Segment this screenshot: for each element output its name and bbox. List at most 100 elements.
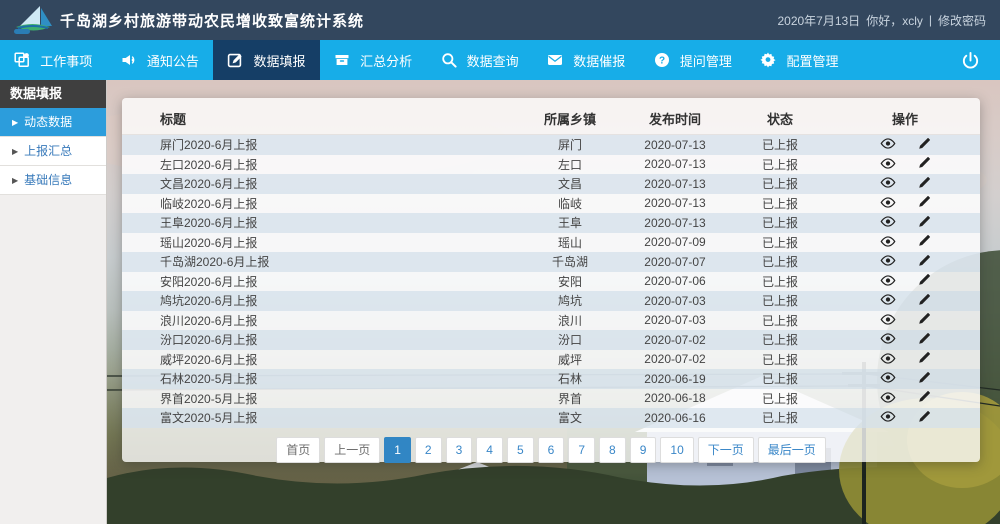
row-status: 已上报 <box>730 253 830 270</box>
row-title: 浪川2020-6月上报 <box>122 312 520 329</box>
row-status: 已上报 <box>730 234 830 251</box>
row-status: 已上报 <box>730 370 830 387</box>
view-button[interactable] <box>880 157 896 171</box>
pagination: 首页上一页12345678910下一页最后一页 <box>122 437 980 463</box>
row-town: 文昌 <box>520 175 620 192</box>
pagination-page-3[interactable]: 3 <box>446 437 473 463</box>
edit-button[interactable] <box>918 313 931 327</box>
view-button[interactable] <box>880 255 896 269</box>
eye-icon <box>880 157 896 172</box>
column-header: 标题 <box>122 109 520 128</box>
sidebar-item-dynamic-data[interactable]: ▶动态数据 <box>0 108 106 137</box>
pencil-icon <box>918 371 931 387</box>
nav-item-label: 通知公告 <box>147 51 199 70</box>
pagination-page-4[interactable]: 4 <box>476 437 503 463</box>
edit-button[interactable] <box>918 352 931 366</box>
nav-item-label: 数据催报 <box>573 51 625 70</box>
view-button[interactable] <box>880 235 896 249</box>
row-publish-date: 2020-07-13 <box>620 216 730 230</box>
pagination-page-5[interactable]: 5 <box>507 437 534 463</box>
view-button[interactable] <box>880 274 896 288</box>
row-town: 左口 <box>520 156 620 173</box>
edit-button[interactable] <box>918 255 931 269</box>
pagination-first-button[interactable]: 首页 <box>276 437 320 463</box>
sidebar-item-basic-info[interactable]: ▶基础信息 <box>0 166 106 195</box>
edit-button[interactable] <box>918 157 931 171</box>
nav-item-summary[interactable]: 汇总分析 <box>320 40 427 80</box>
pagination-page-7[interactable]: 7 <box>568 437 595 463</box>
caret-right-icon: ▶ <box>12 166 18 195</box>
row-title: 富文2020-5月上报 <box>122 409 520 426</box>
row-publish-date: 2020-07-07 <box>620 255 730 269</box>
pagination-prev-button[interactable]: 上一页 <box>324 437 380 463</box>
row-title: 王阜2020-6月上报 <box>122 214 520 231</box>
edit-button[interactable] <box>918 372 931 386</box>
table-row: 界首2020-5月上报界首2020-06-18已上报 <box>122 389 980 409</box>
pencil-icon <box>918 293 931 309</box>
eye-icon <box>880 137 896 152</box>
nav-item-questions[interactable]: ?提问管理 <box>640 40 747 80</box>
sidebar-item-report-summary[interactable]: ▶上报汇总 <box>0 137 106 166</box>
change-password-link[interactable]: 修改密码 <box>938 12 986 29</box>
row-town: 石林 <box>520 370 620 387</box>
table-row: 富文2020-5月上报富文2020-06-16已上报 <box>122 408 980 428</box>
nav-item-label: 提问管理 <box>680 51 732 70</box>
sidebar-menu: ▶动态数据▶上报汇总▶基础信息 <box>0 108 106 195</box>
nav-item-data-query[interactable]: 数据查询 <box>426 40 533 80</box>
pagination-page-9[interactable]: 9 <box>630 437 657 463</box>
nav-item-work-items[interactable]: 工作事项 <box>0 40 107 80</box>
view-button[interactable] <box>880 391 896 405</box>
row-publish-date: 2020-07-13 <box>620 138 730 152</box>
view-button[interactable] <box>880 177 896 191</box>
edit-button[interactable] <box>918 411 931 425</box>
page-title: 千岛湖乡村旅游带动农民增收致富统计系统 <box>60 10 364 31</box>
eye-icon <box>880 391 896 406</box>
view-button[interactable] <box>880 196 896 210</box>
row-town: 王阜 <box>520 214 620 231</box>
edit-button[interactable] <box>918 138 931 152</box>
pagination-page-6[interactable]: 6 <box>538 437 565 463</box>
view-button[interactable] <box>880 352 896 366</box>
pagination-next-button[interactable]: 下一页 <box>698 437 754 463</box>
row-publish-date: 2020-07-13 <box>620 196 730 210</box>
table-row: 屏门2020-6月上报屏门2020-07-13已上报 <box>122 135 980 155</box>
edit-button[interactable] <box>918 235 931 249</box>
pagination-page-8[interactable]: 8 <box>599 437 626 463</box>
view-button[interactable] <box>880 333 896 347</box>
edit-button[interactable] <box>918 333 931 347</box>
pagination-page-10[interactable]: 10 <box>660 437 693 463</box>
edit-button[interactable] <box>918 177 931 191</box>
nav-item-data-entry[interactable]: 数据填报 <box>213 40 320 80</box>
nav-item-data-reminder[interactable]: 数据催报 <box>533 40 640 80</box>
pagination-last-button[interactable]: 最后一页 <box>758 437 826 463</box>
logout-button[interactable] <box>948 40 992 80</box>
view-button[interactable] <box>880 372 896 386</box>
edit-button[interactable] <box>918 216 931 230</box>
pagination-page-1[interactable]: 1 <box>384 437 411 463</box>
view-button[interactable] <box>880 294 896 308</box>
main-nav: 工作事项 通知公告数据填报汇总分析数据查询 数据催报 ?提问管理配置管理 <box>0 40 1000 80</box>
pencil-icon <box>918 156 931 172</box>
sidebar-item-label: 动态数据 <box>24 115 72 129</box>
view-button[interactable] <box>880 138 896 152</box>
pencil-icon <box>918 195 931 211</box>
edit-button[interactable] <box>918 274 931 288</box>
view-button[interactable] <box>880 216 896 230</box>
row-operations <box>830 372 980 386</box>
column-header: 操作 <box>830 109 980 128</box>
row-status: 已上报 <box>730 214 830 231</box>
edit-button[interactable] <box>918 391 931 405</box>
eye-icon <box>880 274 896 289</box>
row-town: 千岛湖 <box>520 253 620 270</box>
nav-item-notices[interactable]: 通知公告 <box>107 40 214 80</box>
pagination-page-2[interactable]: 2 <box>415 437 442 463</box>
nav-item-configuration[interactable]: 配置管理 <box>746 40 853 80</box>
row-publish-date: 2020-07-03 <box>620 294 730 308</box>
row-status: 已上报 <box>730 136 830 153</box>
row-town: 瑶山 <box>520 234 620 251</box>
edit-button[interactable] <box>918 294 931 308</box>
view-button[interactable] <box>880 313 896 327</box>
view-button[interactable] <box>880 411 896 425</box>
edit-button[interactable] <box>918 196 931 210</box>
pencil-icon <box>918 390 931 406</box>
